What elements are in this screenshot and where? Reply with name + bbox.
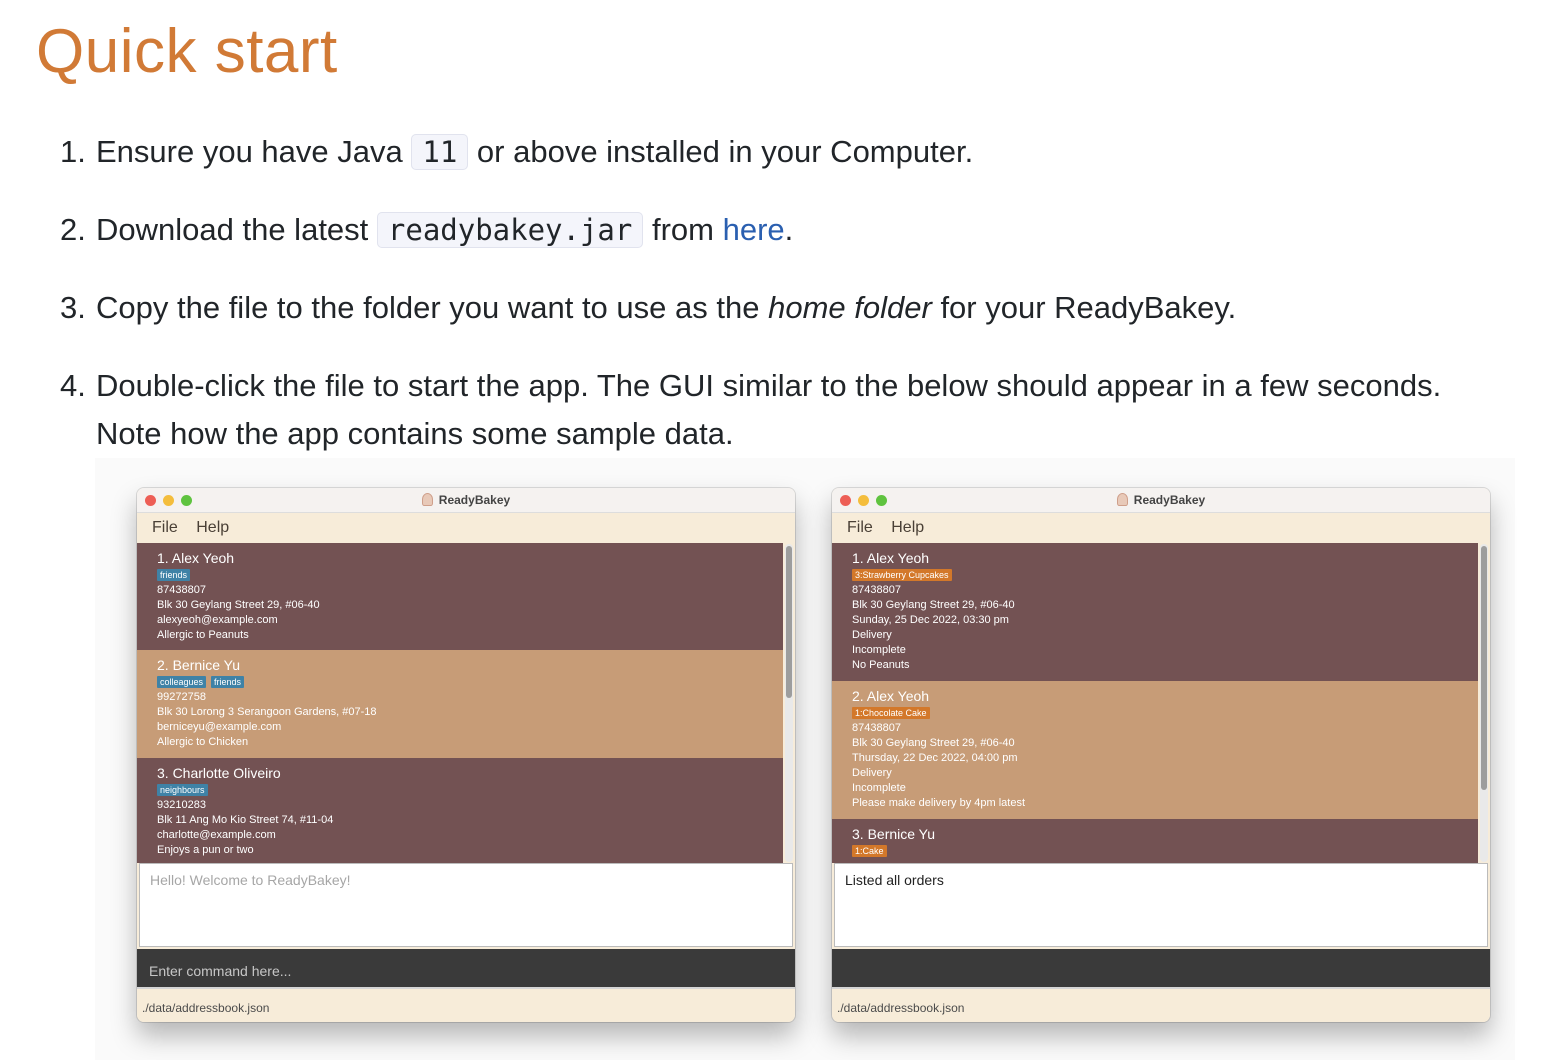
step-text: Copy the file to the folder you want to …	[96, 290, 760, 325]
order-item-badge: 1:Chocolate Cake	[852, 707, 930, 719]
menu-file[interactable]: File	[152, 519, 178, 536]
order-item-badge: 3:Strawberry Cupcakes	[852, 569, 952, 581]
step-number: 2.	[60, 212, 86, 247]
menu-help[interactable]: Help	[196, 519, 229, 536]
command-input[interactable]: Enter command here...	[137, 949, 795, 989]
person-remark: Allergic to Chicken	[157, 736, 249, 748]
person-email: alexyeoh@example.com	[157, 614, 278, 626]
person-address: Blk 30 Lorong 3 Serangoon Gardens, #07-1…	[157, 706, 377, 718]
command-input[interactable]	[832, 949, 1490, 989]
person-address: Blk 11 Ang Mo Kio Street 74, #11-04	[157, 814, 334, 826]
result-display: Hello! Welcome to ReadyBakey!	[139, 863, 793, 947]
order-address: Blk 30 Geylang Street 29, #06-40	[852, 737, 1015, 749]
tag-badge: friends	[157, 569, 191, 581]
order-status: Incomplete	[852, 644, 906, 656]
step-4: 4. Double-click the file to start the ap…	[60, 362, 1460, 458]
order-customer-name: 1. Alex Yeoh	[852, 550, 930, 566]
list-scrollbar[interactable]	[785, 544, 793, 862]
person-phone: 99272758	[157, 691, 206, 703]
step-text: Ensure you have Java	[96, 134, 403, 169]
app-window-contacts: ReadyBakey File Help 1. Alex Yeoh friend…	[137, 488, 795, 1022]
step-2: 2. Download the latest readybakey.jar fr…	[60, 206, 1460, 254]
order-datetime: Sunday, 25 Dec 2022, 03:30 pm	[852, 614, 1009, 626]
java-version-code: 11	[411, 134, 469, 170]
person-phone: 93210283	[157, 799, 206, 811]
person-remark: Enjoys a pun or two	[157, 844, 254, 856]
person-name: 1. Alex Yeoh	[157, 550, 235, 566]
order-card[interactable]: 1. Alex Yeoh 3:Strawberry Cupcakes 87438…	[832, 543, 1478, 681]
scrollbar-thumb[interactable]	[1481, 546, 1487, 790]
app-logo-icon	[1116, 493, 1128, 506]
order-phone: 87438807	[852, 584, 901, 596]
person-address: Blk 30 Geylang Street 29, #06-40	[157, 599, 320, 611]
window-title: ReadyBakey	[1133, 493, 1206, 507]
order-datetime: Thursday, 22 Dec 2022, 04:00 pm	[852, 752, 1018, 764]
order-card[interactable]: 2. Alex Yeoh 1:Chocolate Cake 87438807 B…	[832, 681, 1478, 819]
person-remark: Allergic to Peanuts	[157, 629, 249, 641]
order-method: Delivery	[852, 767, 892, 779]
jar-file-code: readybakey.jar	[376, 212, 644, 248]
status-bar-path: ./data/addressbook.json	[832, 993, 1490, 1022]
order-status: Incomplete	[852, 782, 906, 794]
window-title: ReadyBakey	[438, 493, 511, 507]
tag-badge: neighbours	[157, 784, 208, 796]
home-folder-emphasis: home folder	[768, 290, 932, 325]
gui-screenshot: ReadyBakey File Help 1. Alex Yeoh friend…	[95, 458, 1515, 1060]
scrollbar-thumb[interactable]	[786, 546, 792, 698]
order-remark: Please make delivery by 4pm latest	[852, 797, 1026, 809]
step-number: 1.	[60, 134, 86, 169]
menu-file[interactable]: File	[847, 519, 873, 536]
person-list[interactable]: 1. Alex Yeoh friends 87438807 Blk 30 Gey…	[137, 543, 795, 863]
step-number: 4.	[60, 368, 86, 403]
status-bar-path: ./data/addressbook.json	[137, 993, 795, 1022]
step-text: from	[651, 212, 714, 247]
order-customer-name: 2. Alex Yeoh	[852, 688, 930, 704]
tag-badge: colleagues	[157, 676, 207, 688]
step-text: for your ReadyBakey.	[940, 290, 1237, 325]
person-email: berniceyu@example.com	[157, 721, 282, 733]
app-logo-icon	[421, 493, 433, 506]
person-card[interactable]: 2. Bernice Yu colleagues friends 99272758…	[137, 650, 783, 758]
order-address: Blk 30 Geylang Street 29, #06-40	[852, 599, 1015, 611]
step-number: 3.	[60, 290, 86, 325]
menu-bar: File Help	[832, 513, 1490, 543]
step-1: 1. Ensure you have Java 11 or above inst…	[60, 128, 1460, 176]
person-name: 3. Charlotte Oliveiro	[157, 765, 281, 781]
person-name: 2. Bernice Yu	[157, 657, 241, 673]
order-remark: No Peanuts	[852, 659, 910, 671]
person-phone: 87438807	[157, 584, 206, 596]
order-customer-name: 3. Bernice Yu	[852, 826, 936, 842]
menu-help[interactable]: Help	[891, 519, 924, 536]
person-card[interactable]: 3. Charlotte Oliveiro neighbours 9321028…	[137, 758, 783, 863]
title-bar: ReadyBakey	[832, 488, 1490, 513]
list-scrollbar[interactable]	[1480, 544, 1488, 862]
step-3: 3. Copy the file to the folder you want …	[60, 284, 1460, 332]
person-email: charlotte@example.com	[157, 829, 276, 841]
page-title: Quick start	[36, 17, 338, 86]
order-phone: 87438807	[852, 722, 901, 734]
step-text: Download the latest	[96, 212, 369, 247]
step-text: Double-click the file to start the app. …	[96, 368, 1442, 451]
tag-badge: friends	[211, 676, 245, 688]
result-display: Listed all orders	[834, 863, 1488, 947]
title-bar: ReadyBakey	[137, 488, 795, 513]
download-link[interactable]: here	[723, 212, 785, 247]
step-text: or above installed in your Computer.	[476, 134, 974, 169]
order-card[interactable]: 3. Bernice Yu 1:Cake	[832, 819, 1478, 863]
step-text: .	[784, 212, 794, 247]
person-card[interactable]: 1. Alex Yeoh friends 87438807 Blk 30 Gey…	[137, 543, 783, 650]
menu-bar: File Help	[137, 513, 795, 543]
app-window-orders: ReadyBakey File Help 1. Alex Yeoh 3:Stra…	[832, 488, 1490, 1022]
order-method: Delivery	[852, 629, 892, 641]
order-item-badge: 1:Cake	[852, 845, 887, 857]
order-list[interactable]: 1. Alex Yeoh 3:Strawberry Cupcakes 87438…	[832, 543, 1490, 863]
quick-start-steps: 1. Ensure you have Java 11 or above inst…	[60, 128, 1460, 488]
